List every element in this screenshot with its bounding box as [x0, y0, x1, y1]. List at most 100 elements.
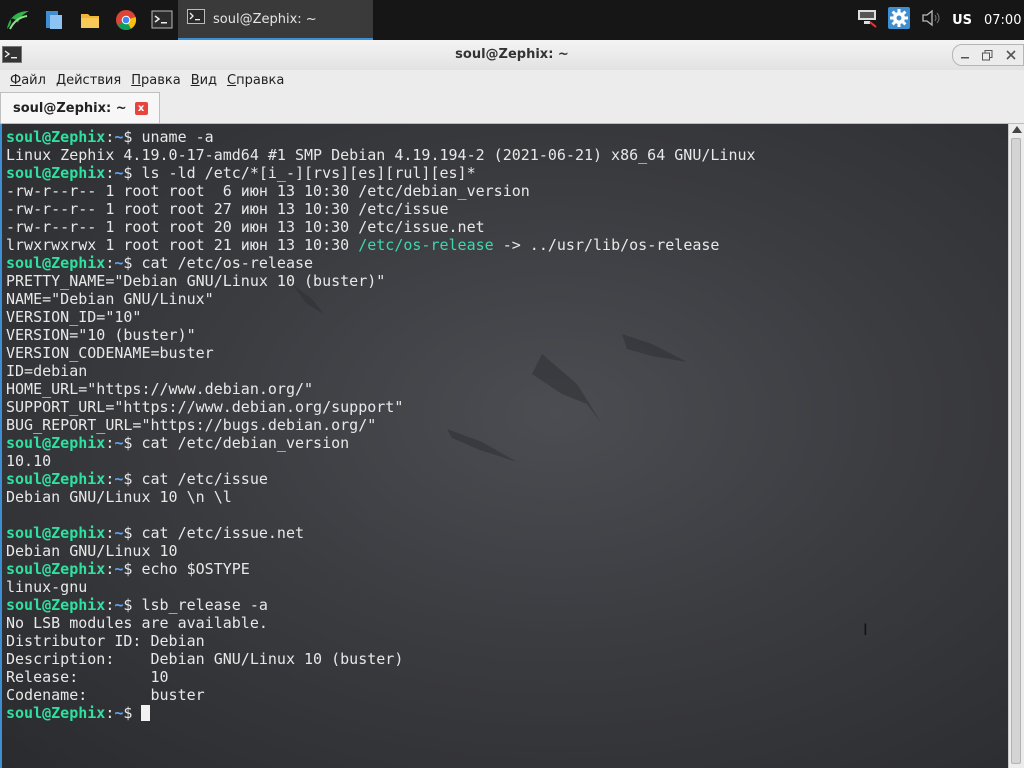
output-text: PRETTY_NAME="Debian GNU/Linux 10 (buster… [6, 272, 386, 290]
output-text: Release: 10 [6, 668, 169, 686]
chrome-icon[interactable] [108, 0, 144, 40]
terminal-output: soul@Zephix:~$ uname -a Linux Zephix 4.19… [6, 128, 756, 722]
menu-edit[interactable]: Правка [131, 73, 180, 88]
network-icon[interactable] [856, 8, 878, 32]
menu-view[interactable]: Вид [191, 73, 217, 88]
tab-terminal[interactable]: soul@Zephix: ~ x [0, 92, 160, 123]
output-line: HOME_URL="https://www.debian.org/" [6, 380, 756, 398]
close-button[interactable] [1002, 46, 1020, 64]
prompt-symbol: $ [123, 128, 142, 146]
output-line: Description: Debian GNU/Linux 10 (buster… [6, 650, 756, 668]
output-text: 10.10 [6, 452, 52, 470]
prompt-user: soul@Zephix [6, 470, 106, 488]
prompt-line: soul@Zephix:~$ lsb_release -a [6, 596, 756, 614]
scroll-up-icon[interactable] [1012, 126, 1022, 133]
output-line: PRETTY_NAME="Debian GNU/Linux 10 (buster… [6, 272, 756, 290]
command-text: ls -ld /etc/*[i_-][rvs][es][rul][es]* [141, 164, 476, 182]
output-line: Release: 10 [6, 668, 756, 686]
output-line: SUPPORT_URL="https://www.debian.org/supp… [6, 398, 756, 416]
output-text: ID=debian [6, 362, 88, 380]
maximize-button[interactable] [979, 46, 997, 64]
output-line: 10.10 [6, 452, 756, 470]
output-text: VERSION_ID="10" [6, 308, 142, 326]
output-text: -rw-r--r-- 1 root root 20 июн 13 10:30 /… [6, 218, 485, 236]
output-text: linux-gnu [6, 578, 88, 596]
output-line: VERSION_CODENAME=buster [6, 344, 756, 362]
prompt-line: soul@Zephix:~$ cat /etc/debian_version [6, 434, 756, 452]
home-folder-icon[interactable] [72, 0, 108, 40]
symlink-target: -> ../usr/lib/os-release [493, 236, 720, 254]
terminal-view[interactable]: soul@Zephix:~$ uname -a Linux Zephix 4.19… [0, 124, 1008, 768]
output-line: Linux Zephix 4.19.0-17-amd64 #1 SMP Debi… [6, 146, 756, 164]
prompt-line: soul@Zephix:~$ cat /etc/issue [6, 470, 756, 488]
menu-help[interactable]: Справка [227, 73, 284, 88]
symlink-name: /etc/os-release [358, 236, 494, 254]
output-text: Debian GNU/Linux 10 \n \l [6, 488, 232, 506]
scrollbar-thumb[interactable] [1011, 138, 1021, 764]
prompt-user: soul@Zephix [6, 596, 106, 614]
output-line: Codename: buster [6, 686, 756, 704]
settings-gear-icon[interactable] [888, 7, 911, 33]
command-text: uname -a [141, 128, 214, 146]
volume-icon[interactable] [920, 8, 942, 32]
prompt-user: soul@Zephix [6, 128, 106, 146]
tab-close-icon[interactable]: x [134, 101, 148, 115]
taskbar-terminal-button[interactable]: soul@Zephix: ~ [178, 0, 373, 40]
window-titlebar[interactable]: soul@Zephix: ~ [0, 40, 1024, 71]
prompt-user: soul@Zephix [6, 560, 106, 578]
prompt-symbol: $ [123, 164, 142, 182]
taskbar-label: soul@Zephix: ~ [213, 11, 317, 27]
output-text: Debian GNU/Linux 10 [6, 542, 178, 560]
output-line: No LSB modules are available. [6, 614, 756, 632]
output-line: BUG_REPORT_URL="https://bugs.debian.org/… [6, 416, 756, 434]
prompt-user: soul@Zephix [6, 434, 106, 452]
output-line: NAME="Debian GNU/Linux" [6, 290, 756, 308]
output-line: -rw-r--r-- 1 root root 27 июн 13 10:30 /… [6, 200, 756, 218]
command-text: lsb_release -a [141, 596, 268, 614]
terminal-cursor [141, 705, 151, 721]
top-panel: soul@Zephix: ~ US 07:00 [0, 0, 1024, 40]
menu-file[interactable]: Файл [10, 73, 46, 88]
menu-bar: Файл Действия Правка Вид Справка [0, 70, 1024, 90]
keyboard-layout-indicator[interactable]: US [952, 13, 972, 28]
text-cursor-icon: I [863, 620, 868, 639]
window-title: soul@Zephix: ~ [455, 47, 569, 62]
prompt-line: soul@Zephix:~$ echo $OSTYPE [6, 560, 756, 578]
prompt-symbol: $ [123, 434, 142, 452]
output-line: lrwxrwxrwx 1 root root 21 июн 13 10:30 /… [6, 236, 756, 254]
tab-bar: soul@Zephix: ~ x [0, 90, 1024, 124]
system-tray: US 07:00 [856, 0, 1024, 40]
output-text: Linux Zephix 4.19.0-17-amd64 #1 SMP Debi… [6, 146, 756, 164]
output-text: -rw-r--r-- 1 root root 6 июн 13 10:30 /e… [6, 182, 530, 200]
output-text: HOME_URL="https://www.debian.org/" [6, 380, 314, 398]
minimize-button[interactable] [956, 46, 974, 64]
file-manager-icon[interactable] [36, 0, 72, 40]
output-text: -rw-r--r-- 1 root root 27 июн 13 10:30 /… [6, 200, 449, 218]
prompt-user: soul@Zephix [6, 164, 106, 182]
prompt-symbol: $ [123, 596, 142, 614]
prompt-symbol: $ [123, 560, 142, 578]
output-text: BUG_REPORT_URL="https://bugs.debian.org/… [6, 416, 377, 434]
output-line: VERSION="10 (buster)" [6, 326, 756, 344]
output-line: -rw-r--r-- 1 root root 6 июн 13 10:30 /e… [6, 182, 756, 200]
output-line: Distributor ID: Debian [6, 632, 756, 650]
prompt-symbol: $ [123, 704, 142, 722]
window-controls [952, 44, 1024, 66]
prompt-line: soul@Zephix:~$ ls -ld /etc/*[i_-][rvs][e… [6, 164, 756, 182]
output-text: Codename: buster [6, 686, 205, 704]
tab-label: soul@Zephix: ~ [13, 100, 127, 116]
output-text: No LSB modules are available. [6, 614, 268, 632]
app-menu-icon[interactable] [0, 0, 36, 40]
command-text: cat /etc/issue [141, 470, 268, 488]
command-text: cat /etc/debian_version [141, 434, 350, 452]
vertical-scrollbar[interactable] [1008, 124, 1024, 768]
prompt-line: soul@Zephix:~$ [6, 704, 756, 722]
prompt-line: soul@Zephix:~$ cat /etc/issue.net [6, 524, 756, 542]
command-text: cat /etc/os-release [141, 254, 314, 272]
menu-actions[interactable]: Действия [56, 73, 121, 88]
output-line: Debian GNU/Linux 10 \n \l [6, 488, 756, 506]
output-text: Description: Debian GNU/Linux 10 (buster… [6, 650, 404, 668]
clock[interactable]: 07:00 [984, 13, 1022, 28]
terminal-icon[interactable] [144, 0, 180, 40]
